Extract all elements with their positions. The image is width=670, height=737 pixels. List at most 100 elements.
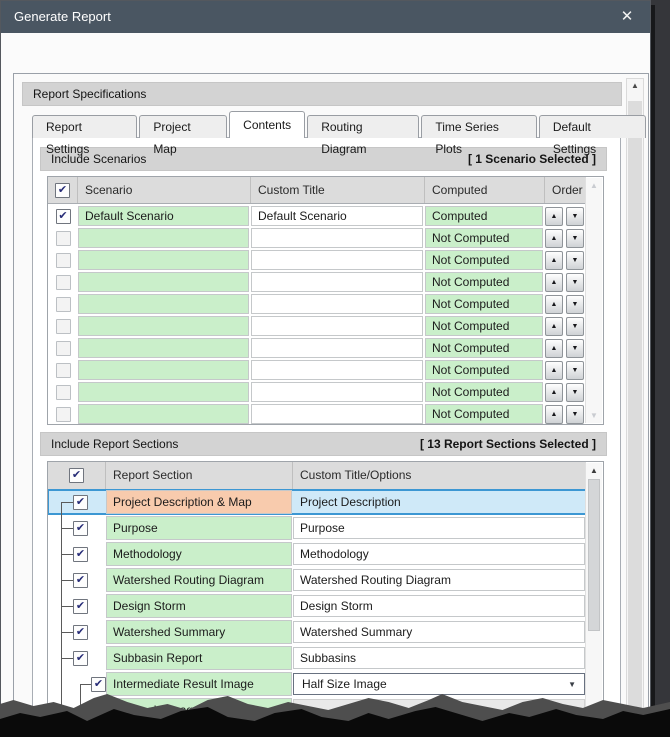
scenario-name-cell[interactable] xyxy=(78,294,249,314)
order-down-button[interactable]: ▼ xyxy=(566,206,584,226)
tab-contents[interactable]: Contents xyxy=(229,111,306,138)
order-down-button[interactable]: ▼ xyxy=(566,404,584,424)
scenario-custom-title-cell[interactable] xyxy=(251,272,423,292)
order-up-button[interactable]: ▲ xyxy=(545,250,563,270)
section-custom-title[interactable]: Watershed Summary xyxy=(293,621,585,643)
report-section-row-watershed-routing-diagram[interactable]: ✔ Watershed Routing Diagram Watershed Rout… xyxy=(48,568,586,592)
scrollbar-up-icon[interactable]: ▲ xyxy=(586,463,602,478)
section-checkbox[interactable]: ✔ xyxy=(91,677,106,692)
scenario-name-cell[interactable] xyxy=(78,382,249,402)
order-down-button[interactable]: ▼ xyxy=(566,382,584,402)
scenario-checkbox[interactable] xyxy=(55,252,71,268)
panel-scrollbar[interactable]: ▲ xyxy=(626,78,644,726)
section-checkbox[interactable]: ✔ xyxy=(73,573,88,588)
section-checkbox[interactable]: ✔ xyxy=(73,599,88,614)
scenario-custom-title-cell[interactable] xyxy=(251,228,423,248)
tab-project-map[interactable]: Project Map xyxy=(139,115,228,156)
sections-select-all-checkbox[interactable]: ✔ xyxy=(69,468,84,483)
scrollbar-thumb[interactable] xyxy=(588,479,600,631)
order-down-button[interactable]: ▼ xyxy=(566,228,584,248)
scenario-name-cell[interactable]: Default Scenario xyxy=(78,206,249,226)
scenario-checkbox[interactable] xyxy=(55,274,71,290)
scrollbar-up-icon[interactable]: ▲ xyxy=(586,178,602,193)
tree-connector-line xyxy=(61,632,73,633)
order-up-button[interactable]: ▲ xyxy=(545,338,563,358)
order-down-button[interactable]: ▼ xyxy=(566,272,584,292)
scenario-checkbox[interactable] xyxy=(55,406,71,422)
scenario-checkbox[interactable] xyxy=(55,230,71,246)
order-up-button[interactable]: ▲ xyxy=(545,272,563,292)
order-down-button[interactable]: ▼ xyxy=(566,294,584,314)
tab-report-settings[interactable]: Report Settings xyxy=(32,115,138,156)
section-options-dropdown[interactable]: Half Size Image ▼ xyxy=(293,673,585,695)
scenario-name-cell[interactable] xyxy=(78,228,249,248)
section-custom-title[interactable]: Project Description xyxy=(293,490,585,514)
order-down-button[interactable]: ▼ xyxy=(566,250,584,270)
order-up-button[interactable]: ▲ xyxy=(545,360,563,380)
scenario-name-cell[interactable] xyxy=(78,272,249,292)
scenario-custom-title-cell[interactable] xyxy=(251,338,423,358)
report-section-row-design-storm[interactable]: ✔ Design Storm Design Storm xyxy=(48,594,586,618)
scrollbar-thumb[interactable] xyxy=(628,101,642,723)
scenario-custom-title-cell[interactable] xyxy=(251,382,423,402)
order-up-button[interactable]: ▲ xyxy=(545,294,563,314)
order-down-button[interactable]: ▼ xyxy=(566,316,584,336)
scenarios-select-all-checkbox[interactable]: ✔ xyxy=(55,182,70,198)
tab-strip: Report Settings Project Map Contents Routin… xyxy=(32,111,648,156)
order-down-button[interactable]: ▼ xyxy=(566,338,584,358)
section-custom-title[interactable]: Methodology xyxy=(293,543,585,565)
scenario-custom-title-cell[interactable] xyxy=(251,316,423,336)
scenario-checkbox[interactable] xyxy=(55,296,71,312)
scenario-checkbox[interactable]: ✔ xyxy=(55,208,71,224)
scenario-checkbox[interactable] xyxy=(55,384,71,400)
scenario-checkbox[interactable] xyxy=(55,340,71,356)
close-icon[interactable]: ✕ xyxy=(614,5,640,29)
order-up-button[interactable]: ▲ xyxy=(545,206,563,226)
scenario-order-cell: ▲ ▼ xyxy=(545,228,584,248)
order-up-button[interactable]: ▲ xyxy=(545,316,563,336)
scenario-name-cell[interactable] xyxy=(78,316,249,336)
scenario-custom-title-cell[interactable] xyxy=(251,250,423,270)
section-checkbox[interactable]: ✔ xyxy=(73,521,88,536)
scrollbar-up-icon[interactable]: ▲ xyxy=(627,81,643,90)
section-name-cell: Subbasin Report xyxy=(106,646,292,670)
section-checkbox[interactable]: ✔ xyxy=(73,495,88,510)
report-section-row-methodology[interactable]: ✔ Methodology Methodology xyxy=(48,542,586,566)
section-checkbox[interactable]: ✔ xyxy=(73,651,88,666)
tab-time-series-plots[interactable]: Time Series Plots xyxy=(421,115,537,156)
order-down-button[interactable]: ▼ xyxy=(566,360,584,380)
report-section-row-purpose[interactable]: ✔ Purpose Purpose xyxy=(48,516,586,540)
section-checkbox[interactable]: ✔ xyxy=(73,547,88,562)
scenario-custom-title-cell[interactable] xyxy=(251,404,423,424)
report-section-row-project-description-map[interactable]: ✔ Project Description & Map Project Descri… xyxy=(48,489,587,515)
report-section-row-subbasin-report[interactable]: ✔ Subbasin Report Subbasins xyxy=(48,646,586,670)
window-title: Generate Report xyxy=(14,9,111,24)
scenario-name-cell[interactable] xyxy=(78,250,249,270)
scenario-name-cell[interactable] xyxy=(78,338,249,358)
scrollbar-down-icon[interactable]: ▼ xyxy=(586,408,602,423)
scenario-checkbox[interactable] xyxy=(55,362,71,378)
scenario-custom-title-cell[interactable] xyxy=(251,360,423,380)
section-custom-title[interactable]: Watershed Routing Diagram xyxy=(293,569,585,591)
section-checkbox[interactable]: ✔ xyxy=(73,625,88,640)
report-section-row-intermediate-result-image[interactable]: ✔ Intermediate Result Image Half Size Imag… xyxy=(48,672,586,696)
scenario-name-cell[interactable] xyxy=(78,360,249,380)
scenario-custom-title-cell[interactable]: Default Scenario xyxy=(251,206,423,226)
title-bar[interactable]: Generate Report ✕ xyxy=(1,1,650,33)
tab-default-settings[interactable]: Default Settings xyxy=(538,115,646,156)
scenarios-scrollbar[interactable]: ▲ ▼ xyxy=(585,178,602,423)
scenario-custom-title-cell[interactable] xyxy=(251,294,423,314)
section-custom-title[interactable]: Purpose xyxy=(293,517,585,539)
section-custom-title[interactable]: Subbasins xyxy=(293,647,585,669)
report-section-row-watershed-summary[interactable]: ✔ Watershed Summary Watershed Summary xyxy=(48,620,586,644)
scenario-checkbox[interactable] xyxy=(55,318,71,334)
section-custom-title[interactable]: Design Storm xyxy=(293,595,585,617)
order-up-button[interactable]: ▲ xyxy=(545,404,563,424)
report-sections-scrollbar[interactable]: ▲ ▼ xyxy=(585,463,602,725)
include-report-sections-header: Include Report Sections [ 13 Report Sect… xyxy=(40,432,607,456)
order-up-button[interactable]: ▲ xyxy=(545,382,563,402)
scenario-name-cell[interactable] xyxy=(78,404,249,424)
tab-routing-diagram[interactable]: Routing Diagram xyxy=(307,115,420,156)
scenario-rows: ✔ Default Scenario Default Scenario Compute… xyxy=(48,204,586,424)
order-up-button[interactable]: ▲ xyxy=(545,228,563,248)
